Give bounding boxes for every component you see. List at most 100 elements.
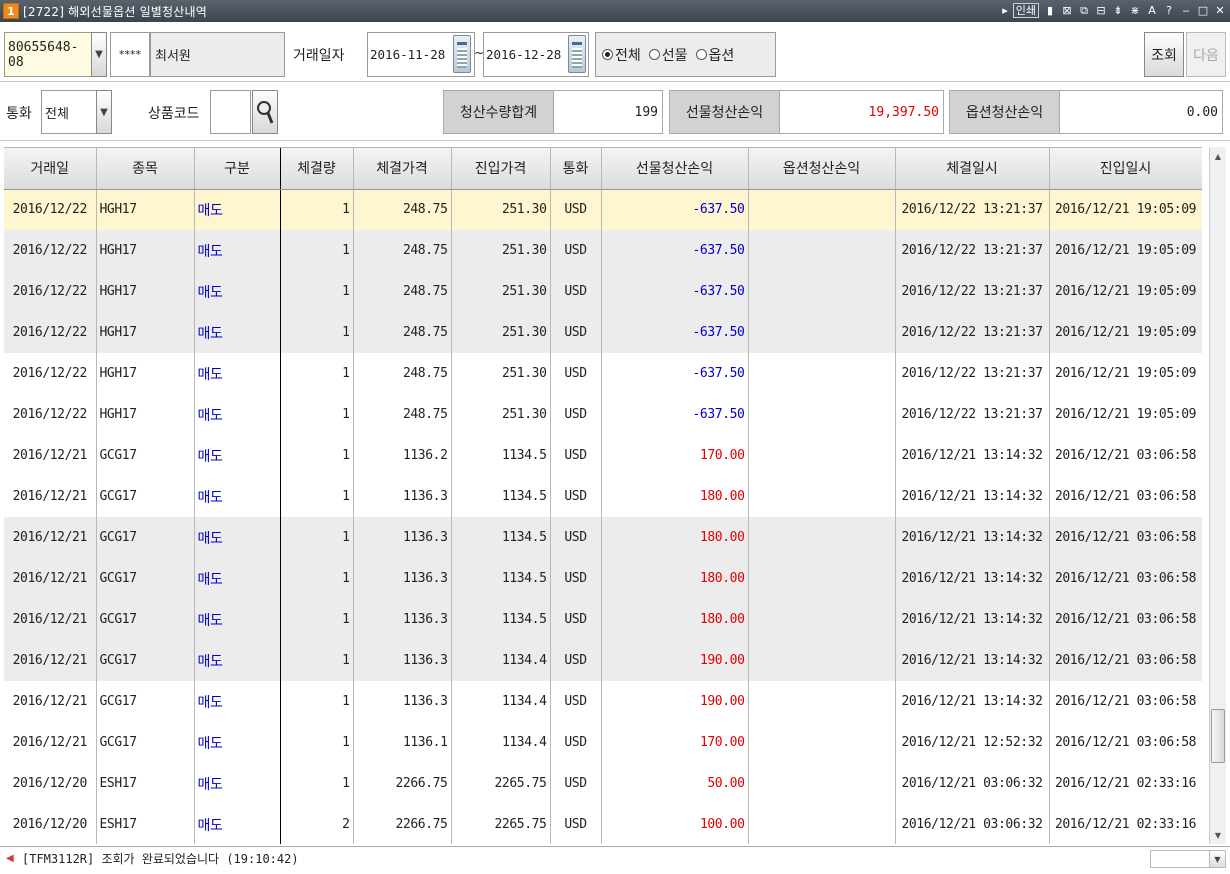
minimize-icon[interactable]: ‒ <box>1180 4 1192 18</box>
print-button[interactable]: 인쇄 <box>1012 3 1039 18</box>
maximize-icon[interactable]: □ <box>1197 4 1209 18</box>
table-row[interactable]: 2016/12/21 GCG17 매도 1 1136.3 1134.5 USD 180.00 2… <box>4 599 1202 640</box>
cell-exec-price: 1136.3 <box>353 476 452 517</box>
settings-icon[interactable]: ⋇ <box>1129 4 1141 18</box>
cell-trade-date: 2016/12/22 <box>4 271 97 312</box>
control-2-icon[interactable]: ⧉ <box>1078 4 1090 18</box>
table-row[interactable]: 2016/12/20 ESH17 매도 2 2266.75 2265.75 USD 100.0… <box>4 804 1202 844</box>
cell-currency: USD <box>550 804 602 844</box>
col-header-trade-date[interactable]: 거래일 <box>4 148 97 190</box>
query-panel: 80655648-08 ▼ **** 최서원 거래일자 2016-11-28 ~… <box>0 22 1230 82</box>
table-row[interactable]: 2016/12/22 HGH17 매도 1 248.75 251.30 USD -637.50… <box>4 230 1202 271</box>
cell-futures-pl: 190.00 <box>601 681 749 722</box>
cell-symbol: GCG17 <box>96 722 195 763</box>
col-header-symbol[interactable]: 종목 <box>96 148 195 190</box>
cell-symbol: GCG17 <box>96 517 195 558</box>
table-row[interactable]: 2016/12/21 GCG17 매도 1 1136.3 1134.5 USD 180.00 2… <box>4 476 1202 517</box>
status-dropdown-arrow-icon[interactable]: ▼ <box>1209 851 1225 867</box>
account-select[interactable]: 80655648-08 <box>4 32 92 77</box>
cell-qty: 1 <box>280 271 354 312</box>
control-0-icon[interactable]: ▮ <box>1044 4 1056 18</box>
col-header-side[interactable]: 구분 <box>194 148 281 190</box>
control-3-icon[interactable]: ⊟ <box>1095 4 1107 18</box>
account-dropdown-arrow-icon[interactable]: ▼ <box>91 32 107 77</box>
col-header-exec-time[interactable]: 체결일시 <box>895 148 1050 190</box>
cell-symbol: HGH17 <box>96 394 195 435</box>
col-header-qty[interactable]: 체결량 <box>280 148 354 190</box>
col-header-entry-price[interactable]: 진입가격 <box>451 148 551 190</box>
currency-select[interactable]: 전체 <box>41 90 97 134</box>
scroll-up-icon[interactable]: ▲ <box>1210 149 1226 163</box>
col-header-currency[interactable]: 통화 <box>550 148 602 190</box>
cell-exec-price: 1136.3 <box>353 558 452 599</box>
cell-qty: 1 <box>280 230 354 271</box>
col-header-entry-time[interactable]: 진입일시 <box>1049 148 1202 190</box>
cell-qty: 1 <box>280 353 354 394</box>
col-header-futures-pl[interactable]: 선물청산손익 <box>601 148 749 190</box>
cell-options-pl <box>748 599 896 640</box>
cell-entry-time: 2016/12/21 03:06:58 <box>1049 558 1202 599</box>
product-code-input[interactable] <box>210 90 251 134</box>
radio-all[interactable]: 전체 <box>602 45 641 65</box>
table-row[interactable]: 2016/12/22 HGH17 매도 1 248.75 251.30 USD -637.50… <box>4 353 1202 394</box>
cell-trade-date: 2016/12/21 <box>4 681 97 722</box>
radio-options[interactable]: 옵션 <box>695 45 734 65</box>
pin-icon[interactable]: ⇟ <box>1112 4 1124 18</box>
cell-symbol: GCG17 <box>96 681 195 722</box>
radio-futures[interactable]: 선물 <box>648 45 688 65</box>
calendar-to-icon[interactable] <box>568 35 586 73</box>
table-row[interactable]: 2016/12/22 HGH17 매도 1 248.75 251.30 USD -637.50… <box>4 189 1202 230</box>
search-icon[interactable] <box>252 90 278 134</box>
table-row[interactable]: 2016/12/21 GCG17 매도 1 1136.3 1134.5 USD 180.00 2… <box>4 517 1202 558</box>
cell-trade-date: 2016/12/21 <box>4 435 97 476</box>
cell-qty: 1 <box>280 558 354 599</box>
table-row[interactable]: 2016/12/22 HGH17 매도 1 248.75 251.30 USD -637.50… <box>4 271 1202 312</box>
next-button[interactable]: 다음 <box>1186 32 1226 77</box>
control-1-icon[interactable]: ⊠ <box>1061 4 1073 18</box>
vertical-scrollbar[interactable]: ▲ ▼ <box>1209 147 1226 844</box>
cell-futures-pl: -637.50 <box>601 312 749 353</box>
currency-dropdown-arrow-icon[interactable]: ▼ <box>96 90 112 134</box>
cell-exec-time: 2016/12/21 03:06:32 <box>895 763 1050 804</box>
table-row[interactable]: 2016/12/21 GCG17 매도 1 1136.1 1134.4 USD 170.00 2… <box>4 722 1202 763</box>
password-field[interactable]: **** <box>110 32 150 77</box>
cell-trade-date: 2016/12/21 <box>4 640 97 681</box>
status-bar: ◀ [TFM3112R] 조회가 완료되었습니다 (19:10:42) ▼ <box>0 846 1230 870</box>
cell-exec-price: 1136.3 <box>353 517 452 558</box>
query-button[interactable]: 조회 <box>1144 32 1184 77</box>
cell-trade-date: 2016/12/22 <box>4 230 97 271</box>
cell-options-pl <box>748 435 896 476</box>
font-size-icon[interactable]: A <box>1146 4 1158 18</box>
menu-arrow-icon[interactable]: ▸ <box>1002 4 1008 17</box>
cell-entry-price: 1134.5 <box>451 435 551 476</box>
radio-futures-dot-icon[interactable] <box>648 49 660 60</box>
calendar-from-icon[interactable] <box>453 35 471 73</box>
cell-side: 매도 <box>194 599 281 640</box>
cell-entry-price: 251.30 <box>451 394 551 435</box>
cell-symbol: HGH17 <box>96 271 195 312</box>
col-header-exec-price[interactable]: 체결가격 <box>353 148 452 190</box>
table-row[interactable]: 2016/12/21 GCG17 매도 1 1136.2 1134.5 USD 170.00 2… <box>4 435 1202 476</box>
table-row[interactable]: 2016/12/22 HGH17 매도 1 248.75 251.30 USD -637.50… <box>4 394 1202 435</box>
cell-entry-price: 2265.75 <box>451 763 551 804</box>
radio-options-dot-icon[interactable] <box>695 49 707 60</box>
radio-all-dot-icon[interactable] <box>602 49 613 60</box>
cell-side: 매도 <box>194 681 281 722</box>
cell-exec-price: 248.75 <box>353 271 452 312</box>
help-icon[interactable]: ? <box>1163 4 1175 18</box>
table-row[interactable]: 2016/12/20 ESH17 매도 1 2266.75 2265.75 USD 50.00… <box>4 763 1202 804</box>
cell-currency: USD <box>550 599 602 640</box>
scroll-thumb[interactable] <box>1211 709 1225 763</box>
table-row[interactable]: 2016/12/21 GCG17 매도 1 1136.3 1134.4 USD 190.00 2… <box>4 640 1202 681</box>
trade-date-label: 거래일자 <box>293 48 345 64</box>
table-row[interactable]: 2016/12/21 GCG17 매도 1 1136.3 1134.5 USD 180.00 2… <box>4 558 1202 599</box>
cell-exec-price: 1136.3 <box>353 599 452 640</box>
app-logo-icon: 1 <box>3 3 19 19</box>
close-icon[interactable]: ✕ <box>1214 4 1226 18</box>
table-row[interactable]: 2016/12/22 HGH17 매도 1 248.75 251.30 USD -637.50… <box>4 312 1202 353</box>
status-history-dropdown[interactable]: ▼ <box>1150 850 1226 868</box>
scroll-down-icon[interactable]: ▼ <box>1210 828 1226 842</box>
table-row[interactable]: 2016/12/21 GCG17 매도 1 1136.3 1134.4 USD 190.00 2… <box>4 681 1202 722</box>
col-header-options-pl[interactable]: 옵션청산손익 <box>748 148 896 190</box>
cell-currency: USD <box>550 640 602 681</box>
